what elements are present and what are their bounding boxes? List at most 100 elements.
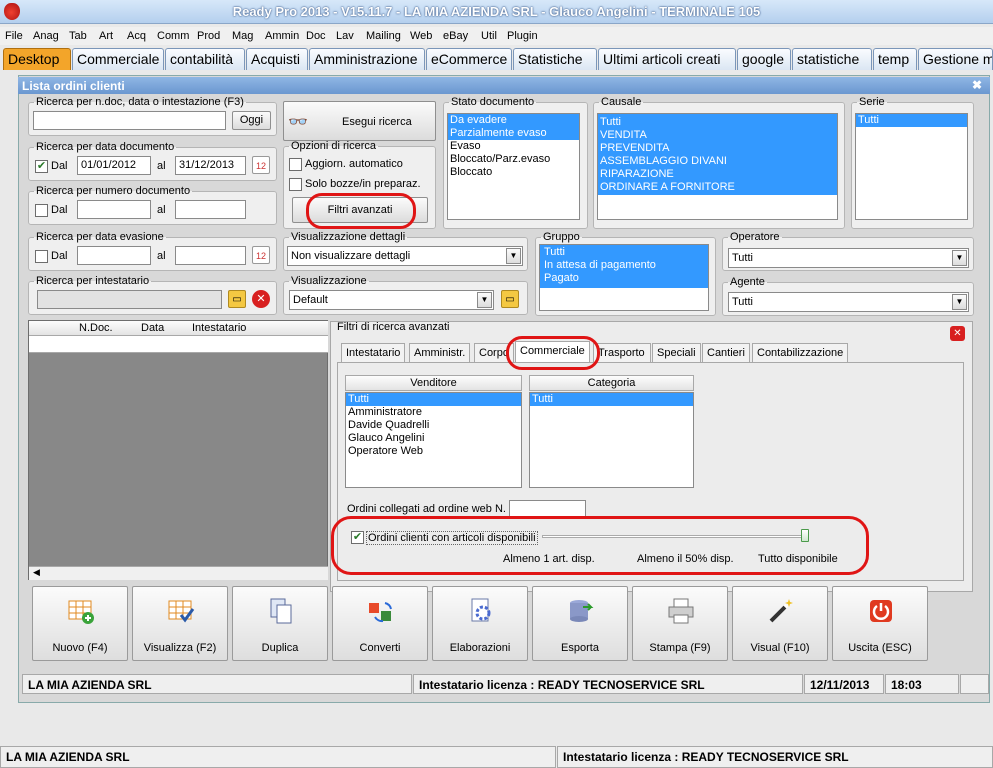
- tab-speciali[interactable]: Speciali: [652, 343, 701, 363]
- menu-doc[interactable]: Doc: [306, 30, 326, 42]
- list-item[interactable]: In attesa di pagamento: [542, 259, 708, 272]
- date-from-input[interactable]: 01/01/2012: [77, 156, 151, 175]
- tab-contabilizzazione[interactable]: Contabilizzazione: [752, 343, 849, 363]
- processing-button[interactable]: Elaborazioni: [432, 586, 528, 661]
- search-ndoc-input[interactable]: [33, 111, 226, 130]
- col-ndoc[interactable]: N.Doc.: [79, 322, 113, 334]
- menu-lav[interactable]: Lav: [336, 30, 354, 42]
- tab-statistiche[interactable]: Statistiche: [513, 48, 597, 70]
- list-item[interactable]: Pagato: [542, 272, 708, 285]
- menu-web[interactable]: Web: [410, 30, 432, 42]
- list-item[interactable]: Amministratore: [346, 406, 521, 419]
- number-to-input[interactable]: [175, 200, 246, 219]
- menu-file[interactable]: File: [5, 30, 23, 42]
- list-item[interactable]: Parzialmente evaso: [448, 127, 579, 140]
- list-item[interactable]: Evaso: [448, 140, 579, 153]
- visual-button[interactable]: Visual (F10): [732, 586, 828, 661]
- col-data[interactable]: Data: [141, 322, 164, 334]
- tab-cantieri[interactable]: Cantieri: [702, 343, 750, 363]
- list-item[interactable]: Bloccato: [448, 166, 579, 179]
- list-item[interactable]: Tutti: [346, 393, 521, 406]
- duplicate-button[interactable]: Duplica: [232, 586, 328, 661]
- gruppo-list[interactable]: Tutti In attesa di pagamento Pagato: [539, 244, 709, 311]
- number-from-input[interactable]: [77, 200, 151, 219]
- tab-statistiche-2[interactable]: statistiche: [792, 48, 872, 70]
- execute-search-button[interactable]: 👓 Esegui ricerca: [283, 101, 436, 141]
- exit-button[interactable]: Uscita (ESC): [832, 586, 928, 661]
- print-button[interactable]: Stampa (F9): [632, 586, 728, 661]
- tab-acquisti[interactable]: Acquisti: [246, 48, 308, 70]
- folder-icon[interactable]: ▭: [228, 290, 246, 308]
- menu-prod[interactable]: Prod: [197, 30, 220, 42]
- menu-tab[interactable]: Tab: [69, 30, 87, 42]
- panel-close-icon[interactable]: ✖: [972, 78, 982, 92]
- chevron-down-icon[interactable]: ▼: [952, 250, 967, 266]
- list-item[interactable]: PREVENDITA: [598, 142, 837, 155]
- orders-grid[interactable]: [28, 320, 328, 580]
- menu-acq[interactable]: Acq: [127, 30, 146, 42]
- menu-mailing[interactable]: Mailing: [366, 30, 401, 42]
- export-button[interactable]: Esporta: [532, 586, 628, 661]
- chevron-down-icon[interactable]: ▼: [477, 292, 492, 308]
- clear-icon[interactable]: ✕: [252, 290, 270, 308]
- chevron-down-icon[interactable]: ▼: [506, 248, 521, 264]
- list-item[interactable]: ORDINARE A FORNITORE: [598, 181, 837, 194]
- today-button[interactable]: Oggi: [232, 111, 271, 130]
- list-item[interactable]: Bloccato/Parz.evaso: [448, 153, 579, 166]
- list-item[interactable]: VENDITA: [598, 129, 837, 142]
- auto-refresh-checkbox[interactable]: [289, 158, 302, 171]
- tab-intestatario[interactable]: Intestatario: [341, 343, 406, 363]
- menu-anag[interactable]: Anag: [33, 30, 59, 42]
- causale-list[interactable]: Tutti VENDITA PREVENDITA ASSEMBLAGGIO DI…: [597, 113, 838, 220]
- tab-temp[interactable]: temp: [873, 48, 917, 70]
- list-item[interactable]: Tutti: [542, 246, 708, 259]
- calendar-icon-evasion[interactable]: 12: [252, 246, 270, 264]
- holder-input[interactable]: [37, 290, 222, 309]
- menu-util[interactable]: Util: [481, 30, 497, 42]
- date-to-input[interactable]: 31/12/2013: [175, 156, 246, 175]
- tab-ecommerce[interactable]: eCommerce: [426, 48, 512, 70]
- view-select[interactable]: Default ▼: [289, 290, 494, 310]
- tab-contabilita[interactable]: contabilità: [165, 48, 245, 70]
- list-item[interactable]: RIPARAZIONE: [598, 168, 837, 181]
- details-view-select[interactable]: Non visualizzare dettagli ▼: [287, 246, 523, 266]
- list-item[interactable]: Operatore Web: [346, 445, 521, 458]
- scroll-left-icon[interactable]: ◀: [33, 567, 40, 578]
- operatore-select[interactable]: Tutti ▼: [728, 248, 969, 268]
- menu-ebay[interactable]: eBay: [443, 30, 468, 42]
- venditore-list[interactable]: Tutti Amministratore Davide Quadrelli Gl…: [345, 392, 522, 488]
- evasion-dal-checkbox[interactable]: [35, 250, 48, 263]
- list-item[interactable]: Davide Quadrelli: [346, 419, 521, 432]
- menu-ammin[interactable]: Ammin: [265, 30, 299, 42]
- table-row[interactable]: [29, 336, 328, 353]
- tab-ultimi-articoli[interactable]: Ultimi articoli creati: [598, 48, 736, 70]
- new-button[interactable]: Nuovo (F4): [32, 586, 128, 661]
- tab-commerciale[interactable]: Commerciale: [72, 48, 164, 70]
- tab-amministrazione[interactable]: Amministrazione: [309, 48, 425, 70]
- evasion-from-input[interactable]: [77, 246, 151, 265]
- tab-trasporto[interactable]: Trasporto: [593, 343, 651, 363]
- categoria-list[interactable]: Tutti: [529, 392, 694, 488]
- list-item[interactable]: Da evadere: [448, 114, 579, 127]
- tab-gestione[interactable]: Gestione m: [918, 48, 993, 70]
- tab-desktop[interactable]: Desktop: [3, 48, 71, 70]
- tab-google[interactable]: google: [737, 48, 791, 70]
- view-button[interactable]: Visualizza (F2): [132, 586, 228, 661]
- doc-status-list[interactable]: Da evadere Parzialmente evaso Evaso Bloc…: [447, 113, 580, 220]
- chevron-down-icon[interactable]: ▼: [952, 294, 967, 310]
- evasion-to-input[interactable]: [175, 246, 246, 265]
- date-dal-checkbox[interactable]: ✔: [35, 160, 48, 173]
- menu-mag[interactable]: Mag: [232, 30, 253, 42]
- advanced-close-icon[interactable]: ✕: [950, 326, 965, 341]
- list-item[interactable]: Tutti: [856, 114, 967, 127]
- menu-plugin[interactable]: Plugin: [507, 30, 538, 42]
- list-item[interactable]: Glauco Angelini: [346, 432, 521, 445]
- col-intestatario[interactable]: Intestatario: [192, 322, 246, 334]
- serie-list[interactable]: Tutti: [855, 113, 968, 220]
- drafts-only-checkbox[interactable]: [289, 178, 302, 191]
- menu-art[interactable]: Art: [99, 30, 113, 42]
- agente-select[interactable]: Tutti ▼: [728, 292, 969, 312]
- menu-comm[interactable]: Comm: [157, 30, 189, 42]
- list-item[interactable]: ASSEMBLAGGIO DIVANI: [598, 155, 837, 168]
- tab-amministr[interactable]: Amministr.: [409, 343, 471, 363]
